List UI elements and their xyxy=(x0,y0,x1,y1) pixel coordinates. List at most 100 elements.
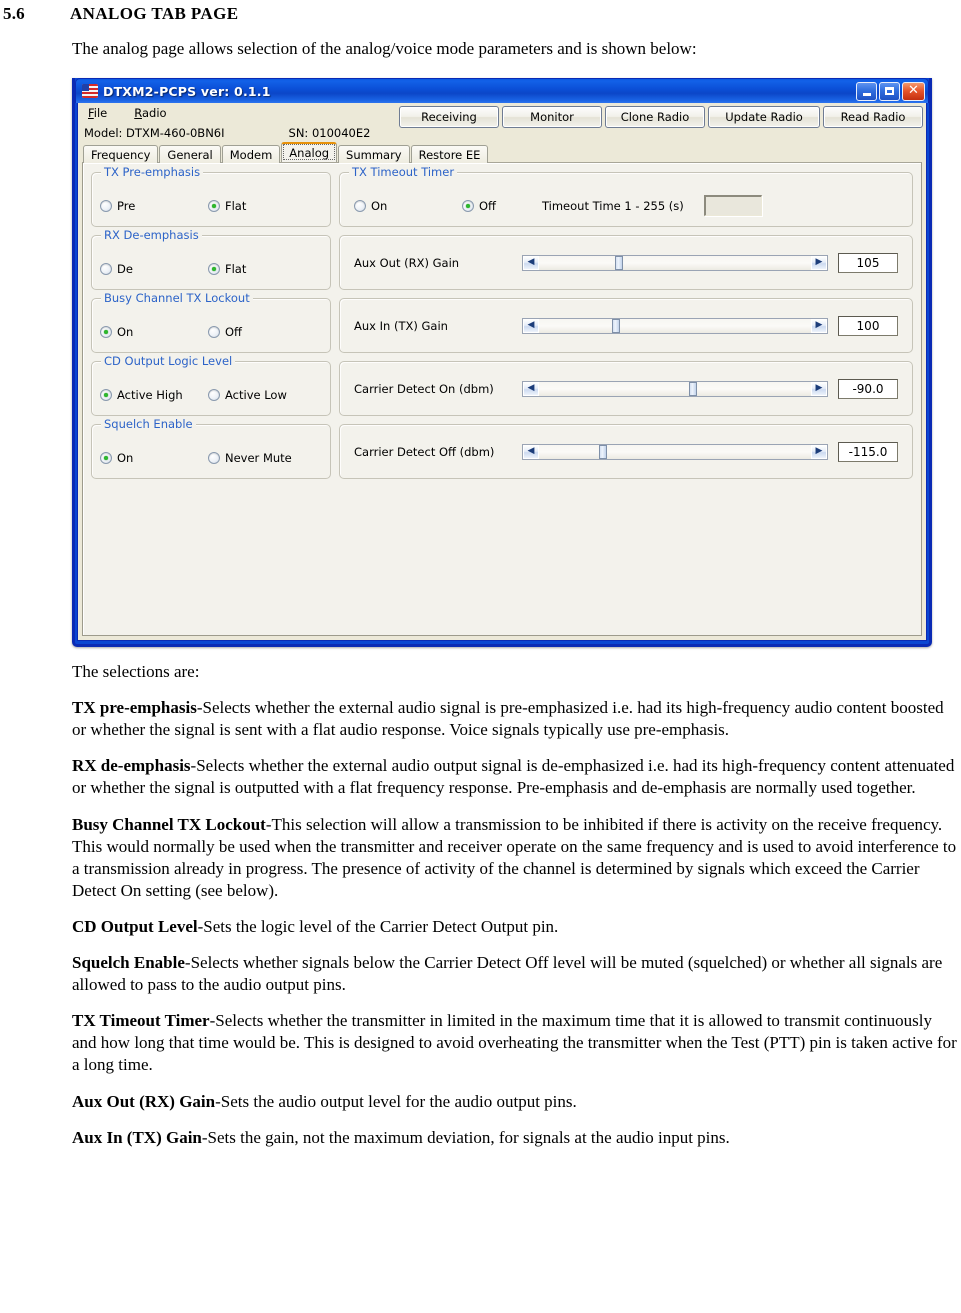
definition-tx-pre-emphasis: TX pre-emphasis-Selects whether the exte… xyxy=(72,697,960,741)
update-radio-button[interactable]: Update Radio xyxy=(708,106,820,129)
definition-aux-in-tx-gain: Aux In (TX) Gain-Sets the gain, not the … xyxy=(72,1127,960,1149)
group-carrier-detect-off: Carrier Detect Off (dbm) ◀ ▶ -115.0 xyxy=(339,424,913,480)
carrier-detect-on-label: Carrier Detect On (dbm) xyxy=(354,381,494,396)
radio-icon xyxy=(208,325,220,338)
definition-text: -Sets the gain, not the maximum deviatio… xyxy=(201,1127,730,1147)
definition-aux-out-rx-gain: Aux Out (RX) Gain-Sets the audio output … xyxy=(72,1091,960,1113)
slider-right-arrow-icon[interactable]: ▶ xyxy=(811,255,827,270)
slider-left-arrow-icon[interactable]: ◀ xyxy=(523,255,539,270)
definition-text: -Sets the logic level of the Carrier Det… xyxy=(197,916,559,936)
aux-out-rx-gain-slider[interactable]: ◀ ▶ xyxy=(522,254,828,271)
tab-restore-ee[interactable]: Restore EE xyxy=(410,145,489,164)
radio-timeout-off[interactable]: Off xyxy=(462,199,496,213)
window-client-area: File Radio Receiving Monitor Clone Radio… xyxy=(77,103,927,642)
slider-thumb[interactable] xyxy=(615,255,624,270)
slider-track[interactable] xyxy=(539,255,811,270)
radio-icon xyxy=(354,199,366,212)
left-column: TX Pre-emphasis Pre Flat RX De-emphasis … xyxy=(91,165,331,635)
radio-label: Active Low xyxy=(225,387,287,402)
flag-icon xyxy=(82,84,98,99)
definition-term: CD Output Level xyxy=(72,916,198,936)
definition-squelch-enable: Squelch Enable-Selects whether signals b… xyxy=(72,952,960,996)
tab-analog[interactable]: Analog xyxy=(281,142,338,163)
maximize-button[interactable] xyxy=(879,81,900,101)
slider-left-arrow-icon[interactable]: ◀ xyxy=(523,444,539,459)
group-rx-de-emphasis: RX De-emphasis De Flat xyxy=(91,228,331,291)
slider-track[interactable] xyxy=(539,381,811,396)
slider-left-arrow-icon[interactable]: ◀ xyxy=(523,318,539,333)
radio-icon xyxy=(100,325,112,338)
radio-label: Flat xyxy=(225,198,247,213)
definition-term: Aux Out (RX) Gain xyxy=(72,1091,216,1111)
carrier-detect-off-value[interactable]: -115.0 xyxy=(838,441,898,462)
radio-tx-flat[interactable]: Flat xyxy=(208,199,246,213)
radio-squelch-never-mute[interactable]: Never Mute xyxy=(208,451,292,465)
radio-icon xyxy=(208,388,220,401)
tab-summary[interactable]: Summary xyxy=(338,145,410,164)
document-body: 5.6 ANALOG TAB PAGE The analog page allo… xyxy=(0,4,961,1149)
slider-track[interactable] xyxy=(539,444,811,459)
definition-term: Aux In (TX) Gain xyxy=(72,1127,202,1147)
tab-modem[interactable]: Modem xyxy=(221,145,281,164)
window-title: DTXM2-PCPS ver: 0.1.1 xyxy=(103,83,271,99)
radio-busy-lockout-on[interactable]: On xyxy=(100,325,208,339)
aux-in-tx-gain-value[interactable]: 100 xyxy=(838,315,898,336)
radio-icon xyxy=(208,451,220,464)
radio-label: On xyxy=(371,198,388,213)
slider-right-arrow-icon[interactable]: ▶ xyxy=(811,381,827,396)
minimize-button[interactable] xyxy=(856,81,877,101)
radio-label: Active High xyxy=(117,387,183,402)
radio-tx-pre[interactable]: Pre xyxy=(100,199,208,213)
slider-thumb[interactable] xyxy=(612,318,621,333)
tab-frequency[interactable]: Frequency xyxy=(83,145,159,164)
radio-squelch-on[interactable]: On xyxy=(100,451,208,465)
radio-label: De xyxy=(117,261,133,276)
carrier-detect-on-value[interactable]: -90.0 xyxy=(838,378,898,399)
tab-strip: Frequency General Modem Analog Summary R… xyxy=(78,142,926,164)
slider-thumb[interactable] xyxy=(688,381,697,396)
radio-timeout-on[interactable]: On xyxy=(354,199,462,213)
slider-track[interactable] xyxy=(539,318,811,333)
clone-radio-button[interactable]: Clone Radio xyxy=(605,106,705,129)
radio-cd-active-low[interactable]: Active Low xyxy=(208,388,287,402)
carrier-detect-off-slider[interactable]: ◀ ▶ xyxy=(522,443,828,460)
group-squelch-enable: Squelch Enable On Never Mute xyxy=(91,417,331,480)
radio-busy-lockout-off[interactable]: Off xyxy=(208,325,242,339)
close-icon: ✕ xyxy=(908,83,919,99)
radio-rx-de[interactable]: De xyxy=(100,262,208,276)
read-radio-button[interactable]: Read Radio xyxy=(823,106,923,129)
definition-term: Squelch Enable xyxy=(72,953,185,973)
menu-item-file[interactable]: File xyxy=(88,107,107,120)
definition-tx-timeout-timer: TX Timeout Timer-Selects whether the tra… xyxy=(72,1010,960,1076)
radio-icon xyxy=(208,199,220,212)
definition-term: RX de-emphasis xyxy=(72,756,191,776)
radio-icon xyxy=(100,451,112,464)
section-title: ANALOG TAB PAGE xyxy=(70,4,239,23)
aux-in-tx-gain-slider[interactable]: ◀ ▶ xyxy=(522,317,828,334)
carrier-detect-on-slider[interactable]: ◀ ▶ xyxy=(522,380,828,397)
radio-rx-flat[interactable]: Flat xyxy=(208,262,246,276)
tab-general[interactable]: General xyxy=(159,145,221,164)
definition-term: Busy Channel TX Lockout xyxy=(72,814,266,834)
close-button[interactable]: ✕ xyxy=(902,81,925,101)
menu-item-radio[interactable]: Radio xyxy=(134,107,166,120)
radio-cd-active-high[interactable]: Active High xyxy=(100,388,208,402)
slider-right-arrow-icon[interactable]: ▶ xyxy=(811,318,827,333)
menu-bar: File Radio Receiving Monitor Clone Radio… xyxy=(78,103,926,129)
group-cd-output-logic-level: CD Output Logic Level Active High Active… xyxy=(91,354,331,417)
timeout-time-input[interactable] xyxy=(703,195,762,217)
receiving-button[interactable]: Receiving xyxy=(399,106,499,129)
section-heading: 5.6 ANALOG TAB PAGE xyxy=(0,4,951,24)
slider-right-arrow-icon[interactable]: ▶ xyxy=(811,444,827,459)
radio-icon xyxy=(208,262,220,275)
radio-icon xyxy=(100,262,112,275)
definition-text: -Sets the audio output level for the aud… xyxy=(215,1091,577,1111)
group-aux-in-tx-gain: Aux In (TX) Gain ◀ ▶ 100 xyxy=(339,298,913,354)
definition-term: TX pre-emphasis xyxy=(72,698,197,718)
slider-thumb[interactable] xyxy=(598,444,607,459)
aux-out-rx-gain-value[interactable]: 105 xyxy=(838,252,898,273)
slider-left-arrow-icon[interactable]: ◀ xyxy=(523,381,539,396)
monitor-button[interactable]: Monitor xyxy=(502,106,602,129)
action-button-bar: Receiving Monitor Clone Radio Update Rad… xyxy=(399,106,923,129)
radio-label: Flat xyxy=(225,261,247,276)
